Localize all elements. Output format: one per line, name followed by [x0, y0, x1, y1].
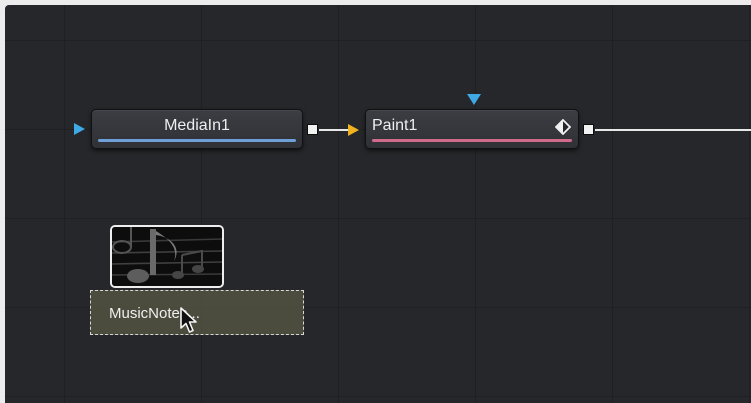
clip-thumbnail[interactable]	[110, 225, 224, 288]
node-title: MediaIn1	[164, 117, 230, 134]
node-title: Paint1	[372, 117, 418, 134]
connection-line[interactable]	[595, 129, 751, 131]
node-mediain1[interactable]: MediaIn1	[91, 109, 303, 149]
output-port-icon[interactable]	[307, 124, 318, 135]
grid-line	[201, 5, 202, 403]
node-editor-canvas[interactable]: MediaIn1 Paint1 MusicNotes...	[5, 5, 751, 403]
grid-line	[5, 218, 751, 219]
grid-line	[612, 5, 613, 403]
output-port-icon[interactable]	[583, 124, 594, 135]
grid-line	[749, 5, 750, 403]
node-color-bar	[372, 139, 572, 142]
grid-line	[64, 5, 65, 403]
input-triangle-icon[interactable]	[467, 94, 481, 105]
keyframe-diamond-icon[interactable]	[554, 118, 572, 140]
cursor-arrow-icon	[179, 307, 201, 340]
grid-line	[475, 5, 476, 403]
node-paint1[interactable]: Paint1	[365, 109, 579, 149]
node-color-bar	[98, 139, 296, 142]
input-triangle-icon[interactable]	[74, 123, 85, 135]
grid-line	[5, 396, 751, 397]
grid-line	[5, 40, 751, 41]
grid-line	[338, 5, 339, 403]
music-notes-thumbnail	[112, 227, 222, 286]
connection-line[interactable]	[319, 129, 349, 131]
input-triangle-icon[interactable]	[348, 124, 359, 136]
